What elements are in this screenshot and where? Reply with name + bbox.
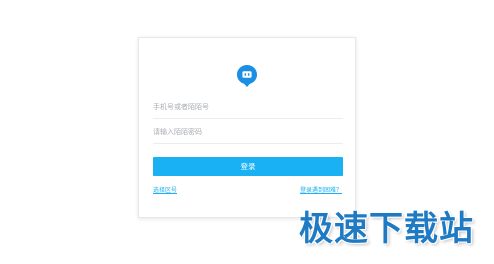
login-help-link[interactable]: 登录遇到困难？ — [300, 185, 342, 194]
login-card: 登录 选择区号 登录遇到困难？ — [138, 37, 356, 218]
chat-bubble-icon — [237, 65, 257, 87]
watermark-text: 极速下载站 — [299, 208, 474, 249]
select-area-code-link[interactable]: 选择区号 — [153, 185, 177, 194]
page: 登录 选择区号 登录遇到困难？ 极速下载站 — [0, 0, 494, 264]
login-button[interactable]: 登录 — [153, 157, 343, 176]
phone-input[interactable] — [153, 97, 343, 119]
password-input[interactable] — [153, 122, 343, 144]
watermark: 极速下载站 — [299, 203, 474, 249]
